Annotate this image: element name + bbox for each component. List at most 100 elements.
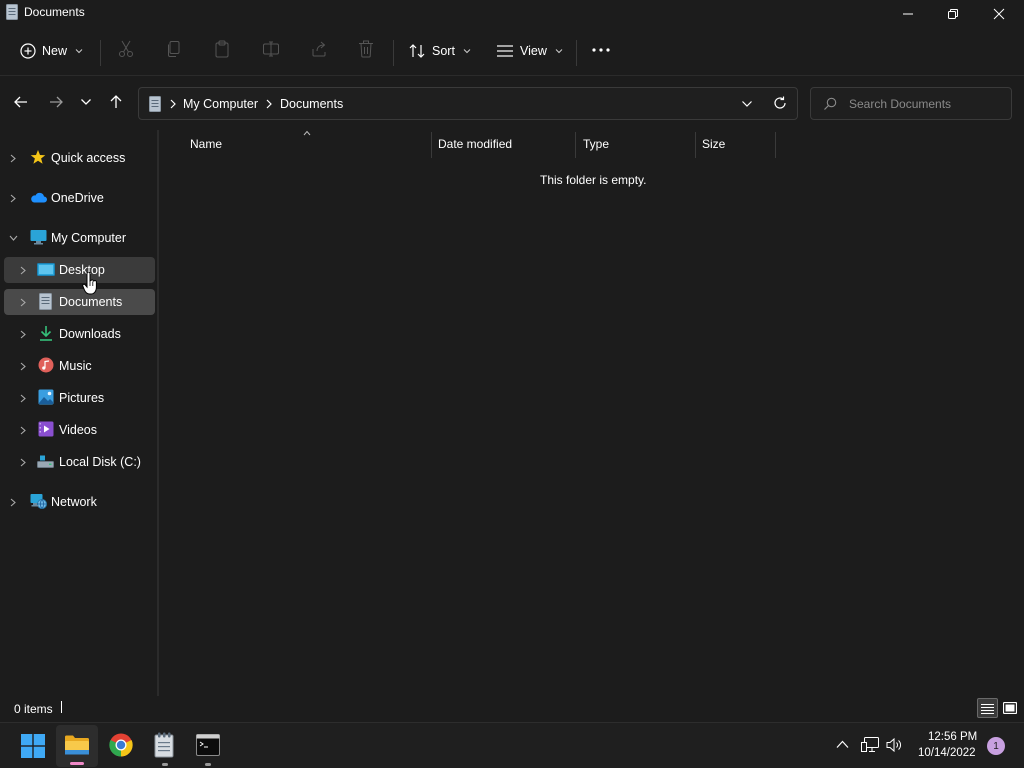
share-icon[interactable] [310,40,328,58]
pane-divider[interactable] [157,130,159,696]
sidebar-item-label: Documents [59,295,123,309]
breadcrumb-my-computer[interactable]: My Computer [183,97,258,111]
column-divider[interactable] [575,132,576,158]
active-app-indicator [70,762,84,765]
address-bar[interactable]: My Computer Documents [138,87,798,120]
new-button[interactable]: New [20,38,83,64]
chevron-down-icon [742,101,752,107]
new-button-label: New [42,44,68,58]
recent-locations-button[interactable] [80,97,92,107]
minimize-icon [903,13,913,15]
search-input[interactable] [849,96,999,112]
minimize-button[interactable] [885,0,931,28]
refresh-button[interactable] [773,96,787,110]
chevron-down-icon [75,49,83,54]
details-view-button[interactable] [977,698,998,718]
network-status-icon[interactable] [861,737,879,753]
sidebar-item-label: Quick access [51,151,126,165]
chevron-right-icon[interactable] [20,298,26,307]
chevron-right-icon[interactable] [20,458,26,467]
chevron-right-icon[interactable] [265,99,273,109]
column-header-type[interactable]: Type [583,137,609,151]
breadcrumb-documents[interactable]: Documents [280,97,343,111]
close-icon [993,8,1005,20]
file-explorer-taskbar-button[interactable] [56,725,98,767]
view-button-label: View [520,44,547,58]
chevron-right-icon[interactable] [20,266,26,275]
sidebar-item-label: Downloads [59,327,121,341]
plus-circle-icon [20,43,36,59]
column-divider[interactable] [431,132,432,158]
hand-pointer-cursor [82,272,98,296]
sidebar-item-my-computer[interactable]: My Computer [4,225,156,251]
status-divider [61,701,62,713]
view-button[interactable]: View [496,38,563,64]
chevron-up-icon[interactable] [836,740,849,749]
terminal-icon[interactable] [196,734,220,756]
sidebar-item-desktop[interactable]: Desktop [4,257,155,283]
column-header-name[interactable]: Name [190,137,222,151]
chrome-icon[interactable] [109,733,133,757]
sidebar-item-local-disk[interactable]: Local Disk (C:) [4,449,156,475]
copy-icon[interactable] [166,40,182,58]
sidebar-item-onedrive[interactable]: OneDrive [4,185,156,211]
chevron-right-icon[interactable] [169,99,177,109]
monitor-icon [30,229,47,245]
paste-icon[interactable] [214,40,230,58]
sidebar-item-documents[interactable]: Documents [4,289,155,315]
sidebar-item-pictures[interactable]: Pictures [4,385,156,411]
sort-ascending-icon [303,130,311,136]
address-history-dropdown[interactable] [741,99,753,109]
restore-button[interactable] [930,0,976,28]
sidebar-item-network[interactable]: Network [4,489,156,515]
arrow-left-icon [14,96,27,108]
pictures-icon [38,389,54,405]
search-box[interactable] [810,87,1012,120]
column-divider[interactable] [695,132,696,158]
more-options-icon[interactable] [592,48,610,52]
search-icon [823,97,837,111]
delete-icon[interactable] [358,40,374,58]
sidebar-item-downloads[interactable]: Downloads [4,321,156,347]
notepad-icon[interactable] [153,732,175,758]
cut-icon[interactable] [118,40,134,58]
network-icon [30,493,47,510]
music-icon [38,357,54,373]
large-icons-view-button[interactable] [1000,698,1020,718]
chevron-right-icon[interactable] [20,330,26,339]
column-divider[interactable] [775,132,776,158]
sidebar-item-label: Videos [59,423,97,437]
rename-icon[interactable] [262,40,280,58]
sort-button[interactable]: Sort [408,38,471,64]
status-bar: 0 items [0,696,1024,722]
chevron-right-icon[interactable] [20,362,26,371]
close-button[interactable] [976,0,1022,28]
chevron-down-icon[interactable] [9,235,18,241]
running-app-indicator [162,763,168,766]
chevron-right-icon[interactable] [10,154,16,163]
star-icon [30,149,46,165]
videos-icon [38,421,54,437]
sidebar-item-music[interactable]: Music [4,353,156,379]
column-header-size[interactable]: Size [702,137,725,151]
sidebar-item-quick-access[interactable]: Quick access [4,145,156,171]
file-explorer-icon [64,734,90,756]
download-icon [38,325,54,342]
clock-date[interactable]: 10/14/2022 [918,747,976,759]
chevron-right-icon[interactable] [10,498,16,507]
clock-time[interactable]: 12:56 PM [928,731,977,743]
start-icon[interactable] [21,734,45,758]
sidebar-item-videos[interactable]: Videos [4,417,156,443]
notification-badge[interactable]: 1 [987,737,1005,755]
chevron-right-icon[interactable] [10,194,16,203]
up-button[interactable] [108,94,124,110]
volume-icon[interactable] [886,737,904,753]
forward-button[interactable] [48,94,64,110]
separator [576,40,577,66]
back-button[interactable] [13,94,29,110]
chevron-right-icon[interactable] [20,426,26,435]
sidebar-item-label: Local Disk (C:) [59,455,141,469]
column-header-date-modified[interactable]: Date modified [438,137,512,151]
chevron-down-icon [81,99,91,105]
chevron-right-icon[interactable] [20,394,26,403]
